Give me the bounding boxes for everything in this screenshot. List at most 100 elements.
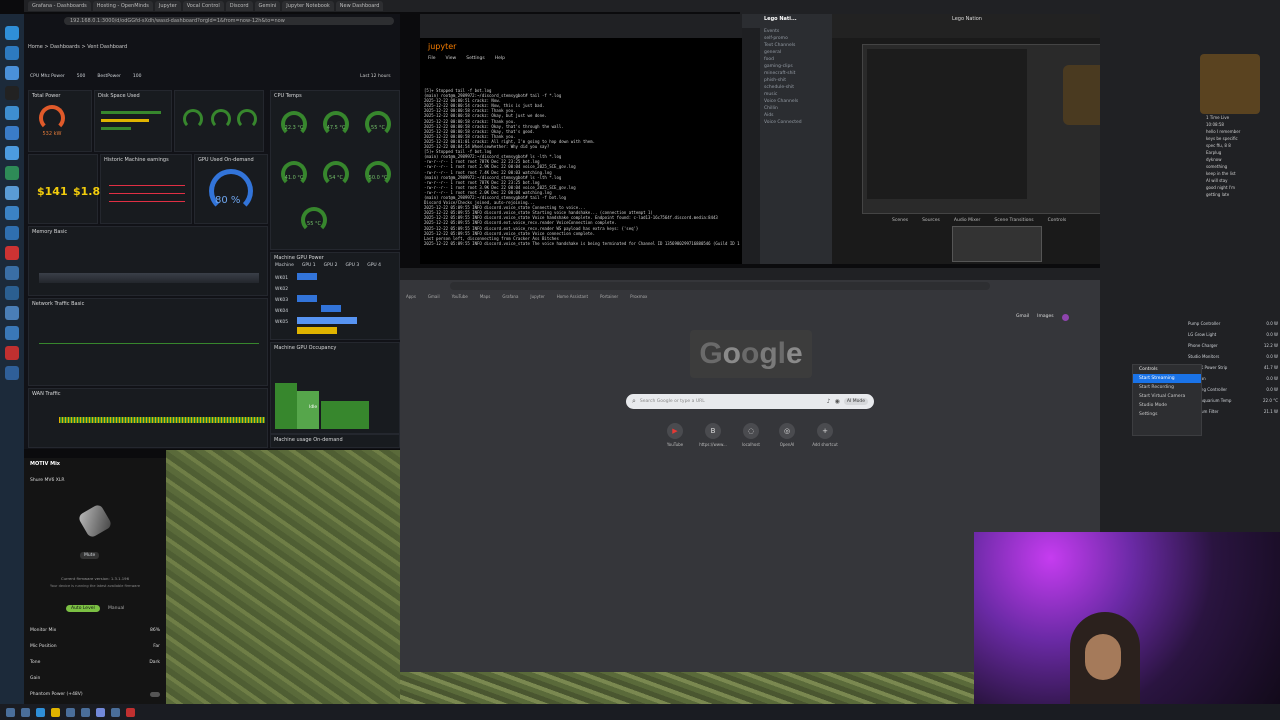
app-icon[interactable] bbox=[5, 246, 19, 260]
folder-icon[interactable] bbox=[51, 707, 60, 717]
tab-jupyter[interactable]: Jupyter bbox=[154, 1, 181, 11]
app-icon[interactable] bbox=[126, 707, 135, 717]
mute-button[interactable]: Mute bbox=[80, 552, 100, 559]
app-icon[interactable] bbox=[5, 306, 19, 320]
menu-help[interactable]: Help bbox=[495, 56, 505, 61]
app-icon[interactable] bbox=[5, 146, 19, 160]
app-icon[interactable] bbox=[5, 366, 19, 380]
dock-scenes[interactable]: Scenes bbox=[892, 218, 908, 223]
tab-vocal[interactable]: Vocal Control bbox=[182, 1, 224, 11]
channel-item[interactable]: Events bbox=[760, 28, 832, 35]
app-icon[interactable] bbox=[5, 346, 19, 360]
filter-cpu-mhz[interactable]: CPU Mhz Power 500 BestPower 100 bbox=[30, 74, 141, 79]
bookmark[interactable]: Grafana bbox=[502, 294, 518, 299]
bookmark[interactable]: Portainer bbox=[600, 294, 618, 299]
bookmark[interactable]: Jupyter bbox=[530, 294, 544, 299]
grafana-url-bar[interactable]: 192.168.0.1:3000/d/odGGfd-sXdh/wasd-dash… bbox=[64, 17, 394, 25]
tab-new-dashboard[interactable]: New Dashboard bbox=[335, 1, 384, 11]
menu-view[interactable]: View bbox=[446, 56, 457, 61]
channel-item[interactable]: minecraft-shit bbox=[760, 70, 832, 77]
device-row[interactable]: LG Grow Light 0.0 W bbox=[1188, 329, 1278, 340]
channel-item[interactable]: music bbox=[760, 91, 832, 98]
app-icon[interactable] bbox=[5, 106, 19, 120]
start-icon[interactable] bbox=[6, 707, 15, 717]
app-icon[interactable] bbox=[5, 326, 19, 340]
folder-icon[interactable] bbox=[5, 46, 19, 60]
chrome-icon[interactable] bbox=[5, 26, 19, 40]
monitor-mix-row[interactable]: Monitor Mix 86% bbox=[30, 628, 160, 633]
app-icon[interactable] bbox=[66, 707, 75, 717]
chrome-address-bar[interactable] bbox=[450, 282, 990, 290]
bookmark[interactable]: Proxmox bbox=[630, 294, 647, 299]
tab-notebook[interactable]: Jupyter Notebook bbox=[282, 1, 334, 11]
channel-item[interactable]: Text Channels bbox=[760, 42, 832, 49]
shortcut-tile[interactable]: ◎ OpenAI bbox=[772, 423, 802, 447]
tab-gemini[interactable]: Gemini bbox=[254, 1, 281, 11]
tab-grafana[interactable]: Grafana - Dashboards bbox=[28, 1, 91, 11]
channel-item[interactable]: food bbox=[760, 56, 832, 63]
tab-discord[interactable]: Discord bbox=[225, 1, 253, 11]
search-icon[interactable] bbox=[21, 707, 30, 717]
bookmark[interactable]: Home Assistant bbox=[557, 294, 588, 299]
channel-item[interactable]: Aids bbox=[760, 112, 832, 119]
bookmark[interactable]: Gmail bbox=[428, 294, 440, 299]
manual-button[interactable]: Manual bbox=[104, 605, 128, 612]
mic-position-row[interactable]: Mic Position Far bbox=[30, 644, 160, 649]
images-link[interactable]: Images bbox=[1037, 314, 1053, 321]
app-icon[interactable] bbox=[5, 206, 19, 220]
app-icon[interactable] bbox=[96, 707, 105, 717]
dock-controls[interactable]: Controls bbox=[1048, 218, 1067, 223]
lens-icon[interactable]: ◉ bbox=[835, 398, 840, 405]
menu-settings[interactable]: Settings bbox=[466, 56, 484, 61]
auto-level-button[interactable]: Auto Level bbox=[66, 605, 100, 612]
app-icon[interactable] bbox=[5, 266, 19, 280]
shortcut-tile[interactable]: ▶ YouTube bbox=[660, 423, 690, 447]
app-icon[interactable] bbox=[5, 126, 19, 140]
account-avatar[interactable] bbox=[1061, 314, 1069, 321]
phantom-toggle[interactable] bbox=[150, 692, 160, 697]
add-shortcut-tile[interactable]: + Add shortcut bbox=[810, 423, 840, 447]
device-row[interactable]: Phone Charger 12.2 W bbox=[1188, 340, 1278, 351]
start-streaming-button[interactable]: Start Streaming bbox=[1133, 374, 1201, 383]
bookmark[interactable]: Apps bbox=[406, 294, 416, 299]
start-virtual-camera-button[interactable]: Start Virtual Camera bbox=[1133, 392, 1201, 401]
chrome-icon[interactable] bbox=[36, 707, 45, 717]
channel-item[interactable]: self-promo bbox=[760, 35, 832, 42]
phantom-power-row[interactable]: Phantom Power (+48V) bbox=[30, 692, 160, 697]
app-icon[interactable] bbox=[81, 707, 90, 717]
device-row[interactable]: Studio Monitors 0.0 W bbox=[1188, 351, 1278, 362]
terminal-icon[interactable] bbox=[5, 86, 19, 100]
app-icon[interactable] bbox=[5, 66, 19, 80]
device-row[interactable]: Pump Controller 0.0 W bbox=[1188, 318, 1278, 329]
app-icon[interactable] bbox=[5, 186, 19, 200]
app-icon[interactable] bbox=[111, 707, 120, 717]
app-icon[interactable] bbox=[5, 166, 19, 180]
channel-item[interactable]: gaming-clips bbox=[760, 63, 832, 70]
bookmark[interactable]: Maps bbox=[480, 294, 491, 299]
gain-row[interactable]: Gain bbox=[30, 676, 160, 681]
menu-file[interactable]: File bbox=[428, 56, 436, 61]
bookmark[interactable]: YouTube bbox=[452, 294, 468, 299]
dock-audio-mixer[interactable]: Audio Mixer bbox=[954, 218, 981, 223]
device-select[interactable]: Shure MV6 XLR bbox=[30, 478, 64, 483]
server-name[interactable]: Lego Nati... bbox=[764, 16, 797, 22]
tone-row[interactable]: Tone Dark bbox=[30, 660, 160, 665]
ai-mode-button[interactable]: AI Mode bbox=[843, 398, 868, 405]
mic-icon[interactable]: ♪ bbox=[827, 398, 831, 405]
time-range-picker[interactable]: Last 12 hours bbox=[360, 74, 391, 79]
start-recording-button[interactable]: Start Recording bbox=[1133, 383, 1201, 392]
gmail-link[interactable]: Gmail bbox=[1016, 314, 1029, 321]
search-box[interactable]: ⌕ Search Google or type a URL ♪ ◉ AI Mod… bbox=[626, 394, 874, 409]
shortcut-tile[interactable]: ◌ localhost bbox=[736, 423, 766, 447]
tab-hosting[interactable]: Hosting - OpenMinds bbox=[92, 1, 153, 11]
channel-item[interactable]: phish-shit bbox=[760, 77, 832, 84]
app-icon[interactable] bbox=[5, 226, 19, 240]
terminal-output[interactable]: [5]+ Stopped tail -f bot.log (main) root@… bbox=[424, 88, 740, 260]
channel-item[interactable]: Chillin bbox=[760, 105, 832, 112]
dock-sources[interactable]: Sources bbox=[922, 218, 940, 223]
channel-item[interactable]: Voice Connected bbox=[760, 119, 832, 126]
channel-item[interactable]: general bbox=[760, 49, 832, 56]
channel-item[interactable]: Voice Channels bbox=[760, 98, 832, 105]
channel-item[interactable]: schedule-shit bbox=[760, 84, 832, 91]
dock-transitions[interactable]: Scene Transitions bbox=[994, 218, 1033, 223]
